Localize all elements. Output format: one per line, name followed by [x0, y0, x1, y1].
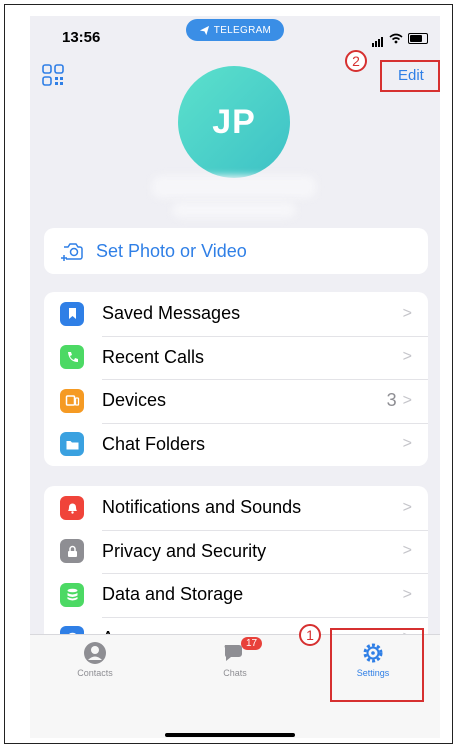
- lock-icon: [60, 539, 84, 564]
- row-privacy[interactable]: Privacy and Security >: [44, 529, 428, 574]
- annotation-settings-box: [330, 628, 424, 702]
- pill-label: TELEGRAM: [213, 24, 272, 36]
- settings-group-1: Saved Messages > Recent Calls > Devices …: [44, 292, 428, 466]
- profile-phone-blurred: [172, 202, 296, 218]
- telegram-pill[interactable]: TELEGRAM: [186, 19, 284, 41]
- telegram-settings-screen: 13:56 TELEGRAM Edit JP Set Photo or Vide…: [30, 16, 440, 738]
- status-time: 13:56: [62, 29, 101, 46]
- tab-contacts[interactable]: Contacts: [45, 641, 145, 678]
- battery-icon: [408, 32, 428, 44]
- avatar[interactable]: JP: [178, 66, 290, 178]
- row-label: Data and Storage: [102, 584, 244, 605]
- row-label: Chat Folders: [102, 433, 206, 454]
- row-label: Devices: [102, 390, 167, 411]
- chevron-right-icon: >: [402, 304, 412, 322]
- row-chat-folders[interactable]: Chat Folders >: [44, 422, 428, 467]
- row-label: Privacy and Security: [102, 540, 267, 561]
- row-data-storage[interactable]: Data and Storage >: [44, 573, 428, 617]
- chevron-right-icon: >: [402, 498, 412, 516]
- row-label: Notifications and Sounds: [102, 497, 302, 518]
- status-bar: 13:56 TELEGRAM: [30, 16, 440, 52]
- folder-icon: [60, 432, 84, 457]
- annotation-step-2: 2: [345, 50, 367, 72]
- annotation-edit-box: [380, 60, 440, 92]
- row-recent-calls[interactable]: Recent Calls >: [44, 335, 428, 380]
- row-notifications[interactable]: Notifications and Sounds >: [44, 486, 428, 530]
- set-photo-label: Set Photo or Video: [96, 240, 247, 261]
- tab-label: Contacts: [77, 668, 113, 678]
- devices-count: 3: [386, 390, 397, 411]
- chevron-right-icon: >: [402, 391, 412, 409]
- profile-name-blurred: [152, 176, 316, 198]
- chevron-right-icon: >: [402, 435, 412, 453]
- qr-code-icon[interactable]: [42, 64, 64, 86]
- tab-chats[interactable]: 17 Chats: [185, 637, 285, 678]
- tab-label: Chats: [223, 668, 247, 678]
- send-icon: [199, 25, 209, 35]
- bell-icon: [60, 495, 84, 520]
- wifi-icon: [389, 33, 403, 43]
- chevron-right-icon: >: [402, 585, 412, 603]
- signal-icon: [372, 29, 384, 47]
- row-saved-messages[interactable]: Saved Messages >: [44, 292, 428, 336]
- annotation-step-1: 1: [299, 624, 321, 646]
- camera-plus-icon: [61, 243, 83, 261]
- home-indicator: [165, 733, 295, 737]
- devices-icon: [60, 388, 84, 413]
- database-icon: [60, 582, 84, 607]
- chevron-right-icon: >: [402, 348, 412, 366]
- chevron-right-icon: >: [402, 542, 412, 560]
- bookmark-icon: [60, 301, 84, 326]
- row-devices[interactable]: Devices 3 >: [44, 379, 428, 423]
- row-label: Saved Messages: [102, 303, 241, 324]
- phone-icon: [60, 345, 84, 370]
- system-icons: [372, 29, 428, 47]
- row-label: Recent Calls: [102, 346, 205, 367]
- set-photo-button[interactable]: Set Photo or Video: [44, 228, 428, 274]
- person-circle-icon: [84, 642, 106, 664]
- chats-badge: 17: [241, 637, 263, 650]
